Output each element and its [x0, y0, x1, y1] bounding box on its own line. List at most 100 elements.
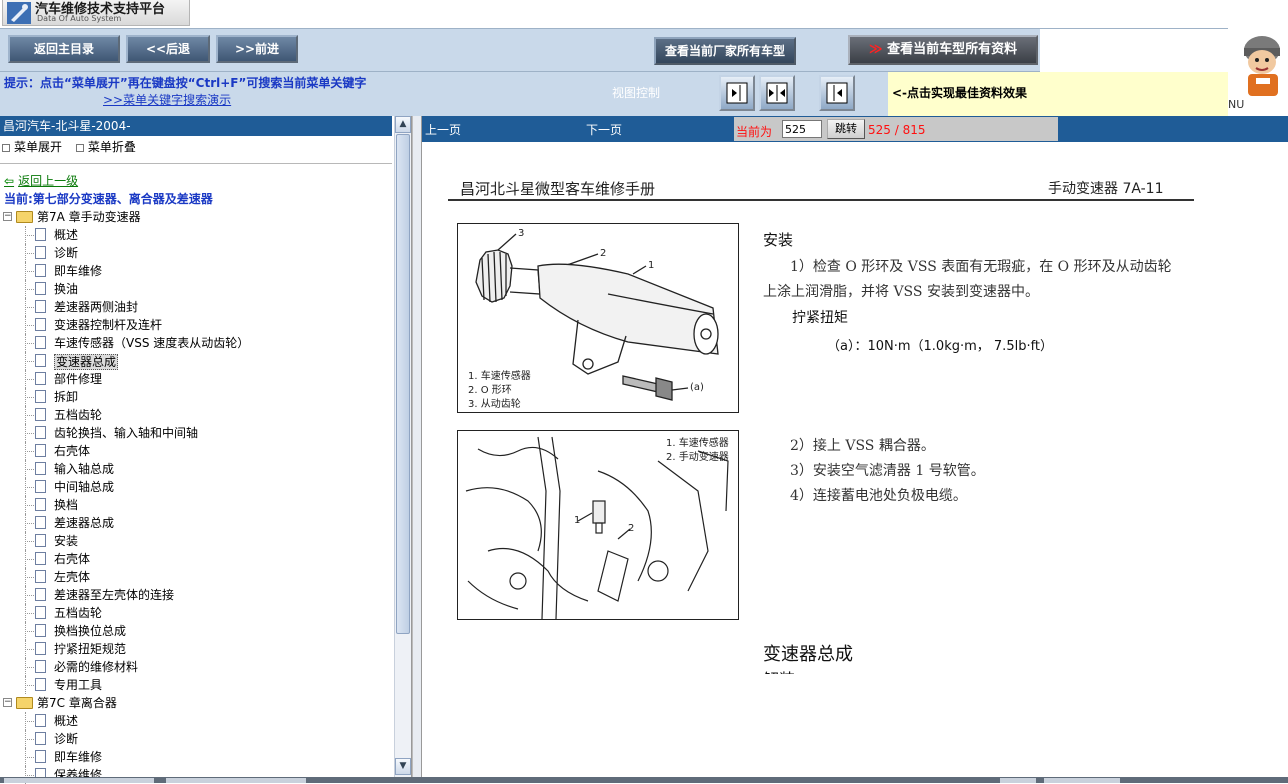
- scroll-down-icon[interactable]: ▼: [395, 758, 411, 775]
- document-icon: [35, 390, 46, 403]
- model-docs-button[interactable]: ≫ 查看当前车型所有资料: [848, 35, 1038, 65]
- menu-expand-label: 菜单展开: [14, 140, 63, 154]
- tree-chapter-7a[interactable]: − 第7A 章手动变速器: [0, 208, 392, 226]
- document-icon: [35, 552, 46, 565]
- document-icon: [35, 408, 46, 421]
- tree-item-label: 车速传感器（VSS 速度表从动齿轮）: [54, 336, 250, 350]
- tree-item-label: 齿轮换挡、输入轴和中间轴: [54, 426, 199, 440]
- menu-collapse-button[interactable]: 菜单折叠: [75, 138, 136, 155]
- tree-item[interactable]: 差速器两侧油封: [0, 298, 392, 316]
- tree-item[interactable]: 概述: [0, 712, 392, 730]
- home-button[interactable]: 返回主目录: [8, 35, 120, 63]
- tree-item[interactable]: 换档换位总成: [0, 622, 392, 640]
- tree-connector: [25, 307, 34, 308]
- callout-2: 2: [600, 248, 607, 259]
- tree-item[interactable]: 专用工具: [0, 676, 392, 694]
- menu-scrollbar[interactable]: ▲ ▼: [394, 116, 411, 777]
- tree-item-label: 五档齿轮: [54, 408, 103, 422]
- collapse-box-icon: [75, 143, 84, 152]
- document-icon: [35, 318, 46, 331]
- callout-3: 3: [518, 228, 525, 239]
- tree-connector: [25, 757, 34, 758]
- collapse-node-icon[interactable]: −: [3, 698, 12, 707]
- tree-item[interactable]: 车速传感器（VSS 速度表从动齿轮）: [0, 334, 392, 352]
- document-icon: [35, 570, 46, 583]
- tree-item[interactable]: 换油: [0, 280, 392, 298]
- tree-item-label: 即车维修: [54, 750, 103, 764]
- tree-item[interactable]: 即车维修: [0, 748, 392, 766]
- tree-item[interactable]: 中间轴总成: [0, 478, 392, 496]
- tree-item-label: 诊断: [54, 732, 79, 746]
- callout-a: (a): [690, 382, 704, 393]
- tree-item-label: 右壳体: [54, 444, 91, 458]
- view-expand-left-button[interactable]: [819, 75, 855, 111]
- tree-item-label: 专用工具: [54, 678, 103, 692]
- tree-connector: [25, 469, 34, 470]
- page-number-input[interactable]: [782, 120, 822, 138]
- menu-collapse-label: 菜单折叠: [87, 140, 136, 154]
- tree-item[interactable]: 诊断: [0, 730, 392, 748]
- expand-left-icon: [826, 82, 848, 104]
- document-icon: [35, 444, 46, 457]
- tree-item[interactable]: 安装: [0, 532, 392, 550]
- scroll-up-icon[interactable]: ▲: [395, 116, 411, 133]
- back-up-link[interactable]: ⇦ 返回上一级: [4, 172, 78, 189]
- tree-connector: [25, 667, 34, 668]
- tree-chapter-7c[interactable]: − 第7C 章离合器: [0, 694, 392, 712]
- back-up-label: 返回上一级: [18, 174, 79, 188]
- tree-item[interactable]: 左壳体: [0, 568, 392, 586]
- factory-models-button[interactable]: 查看当前厂家所有车型: [654, 37, 796, 65]
- scroll-thumb[interactable]: [396, 134, 410, 634]
- document-icon: [35, 282, 46, 295]
- tree-connector: [25, 775, 34, 776]
- tree-item[interactable]: 变速器总成: [0, 352, 392, 370]
- tree-connector: [25, 541, 34, 542]
- menu-tree: − 第7A 章手动变速器 概述 诊断 即车维修 换油 差速器两侧油封 变速器控制杆及连杆车…: [0, 208, 392, 784]
- panel-splitter[interactable]: [412, 116, 422, 777]
- document-icon: [35, 480, 46, 493]
- document-icon: [35, 300, 46, 313]
- tree-item[interactable]: 部件修理: [0, 370, 392, 388]
- tree-item[interactable]: 齿轮换挡、输入轴和中间轴: [0, 424, 392, 442]
- jump-button[interactable]: 跳转: [827, 119, 865, 139]
- search-demo-link[interactable]: >>菜单关键字搜索演示: [103, 91, 231, 108]
- tree-item[interactable]: 右壳体: [0, 442, 392, 460]
- tree-item[interactable]: 换档: [0, 496, 392, 514]
- disassembly-heading: 解装: [763, 666, 795, 674]
- tree-connector: [25, 433, 34, 434]
- vss-location-figure: 1 2 1. 车速传感器 2. 手动变速器: [457, 430, 739, 620]
- tree-item-label: 换档: [54, 498, 79, 512]
- prev-page-link[interactable]: 上一页: [425, 121, 461, 138]
- forward-button[interactable]: >>前进: [216, 35, 298, 63]
- tree-item[interactable]: 概述: [0, 226, 392, 244]
- tree-connector: [25, 235, 34, 236]
- vehicle-title: 昌河汽车-北斗星-2004-: [0, 116, 392, 136]
- tree-item[interactable]: 差速器总成: [0, 514, 392, 532]
- tree-item[interactable]: 输入轴总成: [0, 460, 392, 478]
- menu-expand-button[interactable]: 菜单展开: [2, 138, 62, 155]
- tree-item[interactable]: 差速器至左壳体的连接: [0, 586, 392, 604]
- tree-connector: [25, 523, 34, 524]
- tree-item[interactable]: 必需的维修材料: [0, 658, 392, 676]
- tree-item-label: 中间轴总成: [54, 480, 115, 494]
- status-segment: [1044, 778, 1120, 783]
- tree-item[interactable]: 变速器控制杆及连杆: [0, 316, 392, 334]
- tree-item[interactable]: 右壳体: [0, 550, 392, 568]
- tree-item[interactable]: 五档齿轮: [0, 406, 392, 424]
- tree-item[interactable]: 即车维修: [0, 262, 392, 280]
- back-button[interactable]: <<后退: [126, 35, 210, 63]
- next-page-link[interactable]: 下一页: [586, 121, 622, 138]
- step-1-line-2: 上涂上润滑脂，并将 VSS 安装到变速器中。: [763, 284, 1039, 300]
- view-split-button[interactable]: [759, 75, 795, 111]
- view-control-label: 视图控制: [612, 86, 661, 100]
- tree-item[interactable]: 诊断: [0, 244, 392, 262]
- tree-connector: [25, 613, 34, 614]
- tree-item[interactable]: 拆卸: [0, 388, 392, 406]
- step-4: 4）连接蓄电池处负极电缆。: [790, 488, 967, 504]
- tree-item[interactable]: 五档齿轮: [0, 604, 392, 622]
- view-expand-right-button[interactable]: [719, 75, 755, 111]
- document-icon: [35, 660, 46, 673]
- collapse-node-icon[interactable]: −: [3, 212, 12, 221]
- tree-item-label: 部件修理: [54, 372, 103, 386]
- tree-item[interactable]: 拧紧扭矩规范: [0, 640, 392, 658]
